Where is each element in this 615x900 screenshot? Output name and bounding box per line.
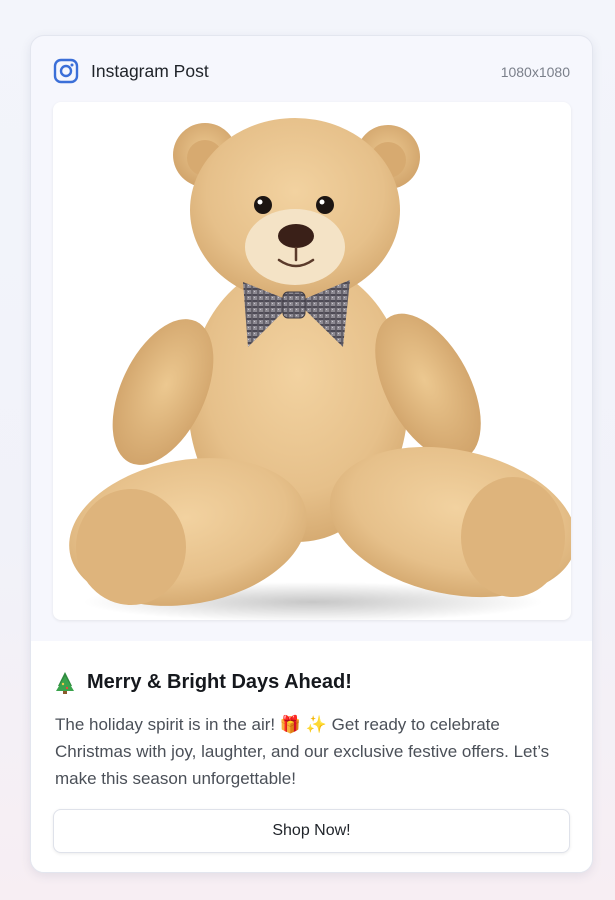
platform-label: Instagram Post xyxy=(91,61,209,81)
teddy-bear-image xyxy=(69,118,571,620)
instagram-post-card: Instagram Post 1080x1080 Merry & Bright … xyxy=(30,35,593,873)
dimensions-label: 1080x1080 xyxy=(500,64,570,80)
headline-text: Merry & Bright Days Ahead! xyxy=(87,671,352,693)
post-headline: Merry & Bright Days Ahead! xyxy=(55,671,352,694)
post-body: Merry & Bright Days Ahead! The holiday s… xyxy=(31,641,592,872)
post-header: Instagram Post 1080x1080 xyxy=(31,36,592,104)
post-image xyxy=(53,102,571,620)
shop-now-button[interactable]: Shop Now! xyxy=(53,809,570,853)
instagram-icon xyxy=(53,58,79,84)
christmas-tree-icon xyxy=(56,671,74,694)
post-caption: The holiday spirit is in the air! 🎁 ✨ Ge… xyxy=(55,715,550,788)
